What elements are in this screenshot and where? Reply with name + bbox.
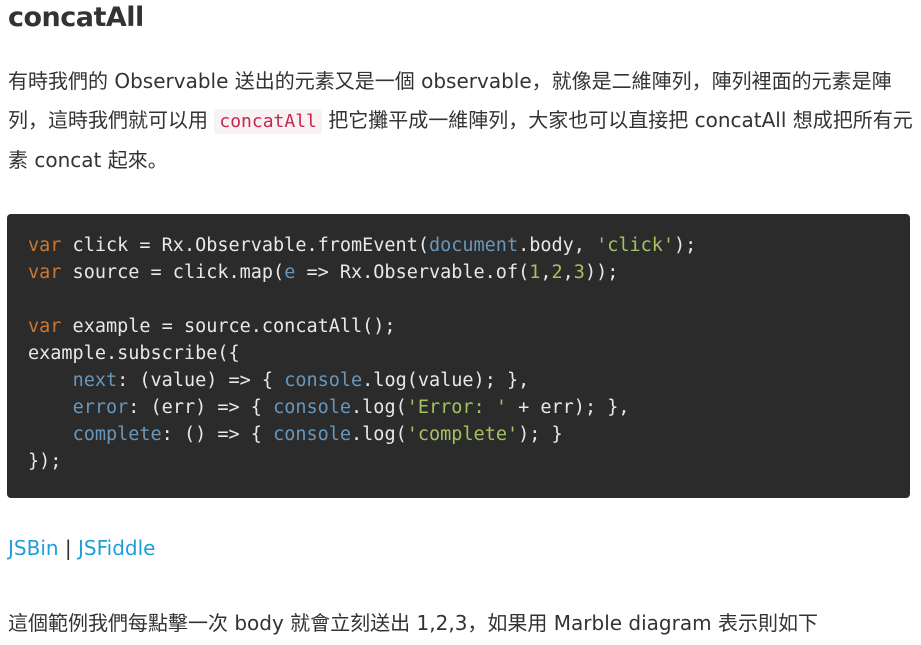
example-links: JSBin | JSFiddle [8,536,155,560]
inline-code-concatall: concatAll [214,109,322,134]
code-line-3-blank [28,286,889,313]
code-line-7: error: (err) => { console.log('Error: ' … [72,397,630,418]
code-line-5: example.subscribe({ [28,343,240,364]
code-block[interactable]: var click = Rx.Observable.fromEvent(docu… [7,214,910,498]
code-line-4: var example = source.concatAll(); [28,316,396,337]
code-line-2: var source = click.map(e => Rx.Observabl… [28,262,619,283]
intro-paragraph: 有時我們的 Observable 送出的元素又是一個 observable，就像… [8,62,913,180]
code-line-6: next: (value) => { console.log(value); }… [72,370,530,391]
section-heading: concatAll [8,2,144,33]
outro-paragraph: 這個範例我們每點擊一次 body 就會立刻送出 1,2,3，如果用 Marble… [8,611,818,635]
code-line-1: var click = Rx.Observable.fromEvent(docu… [28,235,697,256]
code-line-8: complete: () => { console.log('complete'… [72,424,563,445]
jsfiddle-link[interactable]: JSFiddle [78,536,155,560]
code-line-9: }); [28,451,62,472]
link-separator: | [64,536,72,560]
jsbin-link[interactable]: JSBin [8,536,59,560]
